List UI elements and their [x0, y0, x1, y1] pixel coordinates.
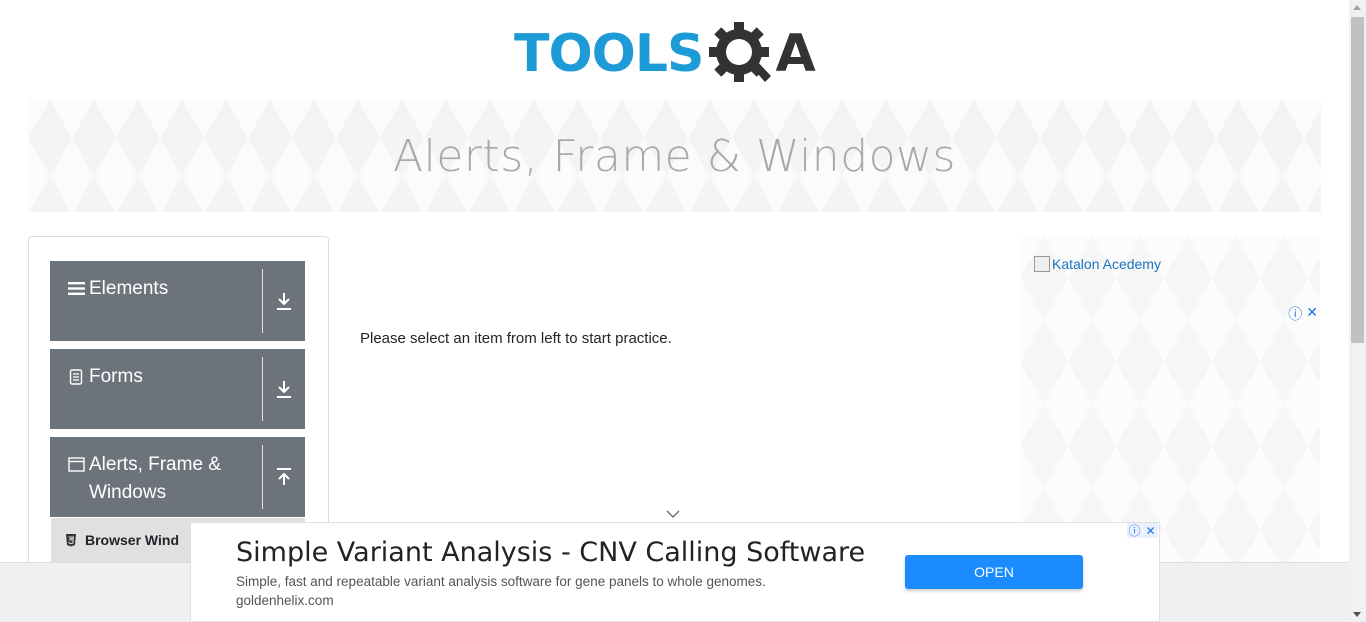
sidebar-item-label: Browser Wind: [85, 532, 179, 548]
sidebar-group-forms[interactable]: Forms: [50, 349, 305, 429]
sidebar-group-label: Forms: [89, 366, 143, 387]
page: TOOLS A Alerts, Frame & Windows Elements…: [0, 0, 1366, 622]
expand-toggle[interactable]: [262, 269, 305, 333]
broken-image-icon: [1034, 256, 1050, 272]
download-arrow-icon: [277, 381, 291, 398]
expand-toggle[interactable]: [262, 357, 305, 421]
chevron-down-icon[interactable]: [666, 507, 680, 521]
upload-arrow-icon: [277, 468, 291, 485]
collapse-toggle[interactable]: [262, 445, 305, 509]
ad-url[interactable]: goldenhelix.com: [236, 593, 334, 608]
logo-text-tools: TOOLS: [514, 24, 704, 84]
sidebar-group-label: Alerts, Frame & Windows: [89, 454, 221, 503]
ad-image-alt-text: Katalon Acedemy: [1052, 256, 1161, 272]
instruction-text: Please select an item from left to start…: [360, 330, 672, 347]
bottom-ad[interactable]: Simple Variant Analysis - CNV Calling So…: [190, 522, 1160, 622]
sidebar-group-header[interactable]: Alerts, Frame & Windows: [50, 437, 262, 517]
sidebar-group-label: Elements: [89, 278, 169, 299]
ad-image-broken[interactable]: Katalon Acedemy: [1034, 256, 1161, 272]
sidebar-group-elements[interactable]: Elements: [50, 261, 305, 341]
sidebar-group-header[interactable]: Forms: [50, 349, 262, 429]
ad-description: Simple, fast and repeatable variant anal…: [236, 574, 766, 589]
ad-close-icon[interactable]: ✕: [1143, 523, 1158, 538]
sidebar-group-alerts-frame-windows[interactable]: Alerts, Frame & Windows: [50, 437, 305, 517]
download-arrow-icon: [277, 293, 291, 310]
ad-info-icon[interactable]: ⓘ: [1127, 523, 1142, 538]
ad-title[interactable]: Simple Variant Analysis - CNV Calling So…: [236, 537, 865, 568]
ad-open-button[interactable]: OPEN: [905, 555, 1083, 589]
ad-close-icon[interactable]: ✕: [1306, 304, 1318, 324]
toolsqa-logo[interactable]: TOOLS A: [514, 16, 840, 92]
scroll-down-arrow-icon[interactable]: [1353, 612, 1361, 617]
gear-magnifier-icon: [709, 22, 772, 82]
scroll-up-arrow-icon[interactable]: [1353, 5, 1361, 10]
hamburger-icon: [66, 281, 86, 296]
ad-info-icon[interactable]: ⓘ: [1288, 304, 1302, 324]
ad-controls: ⓘ ✕: [1126, 523, 1158, 538]
html5-icon: [66, 533, 76, 546]
page-title: Alerts, Frame & Windows: [393, 130, 956, 182]
window-icon: [66, 457, 86, 472]
scrollbar-thumb[interactable]: [1351, 17, 1364, 343]
vertical-scrollbar[interactable]: [1349, 0, 1366, 622]
ad-controls: ⓘ ✕: [1288, 304, 1318, 324]
sidebar-group-header[interactable]: Elements: [50, 261, 262, 341]
page-banner: Alerts, Frame & Windows: [28, 100, 1321, 212]
logo-text-a: A: [775, 24, 816, 84]
document-icon: [66, 369, 86, 385]
